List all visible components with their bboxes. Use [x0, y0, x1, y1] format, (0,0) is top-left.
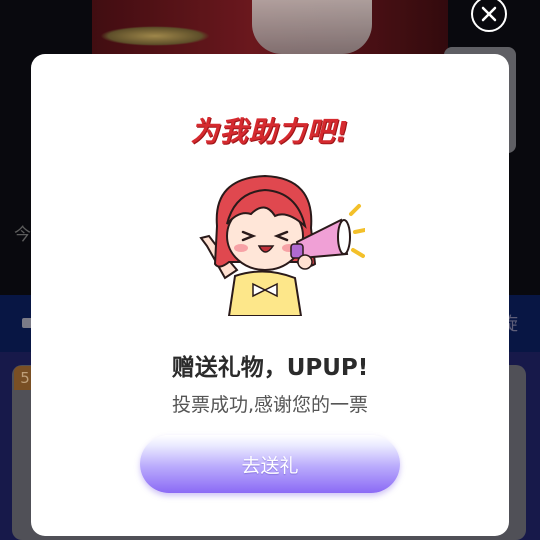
send-gift-button-label: 去送礼 [241, 454, 299, 477]
send-gift-button[interactable]: 去送礼 [140, 435, 400, 493]
dialog-headline: 为我助力吧! [190, 115, 350, 148]
cheering-girl-illustration [199, 174, 365, 316]
vote-success-dialog: 为我助力吧! 赠送礼物，UPUP! 投票成功,感谢您的一票 去送礼 [31, 54, 509, 536]
close-icon [481, 6, 497, 22]
dialog-title: 赠送礼物，UPUP! [171, 355, 369, 381]
dialog-subtitle: 投票成功,感谢您的一票 [171, 394, 369, 416]
